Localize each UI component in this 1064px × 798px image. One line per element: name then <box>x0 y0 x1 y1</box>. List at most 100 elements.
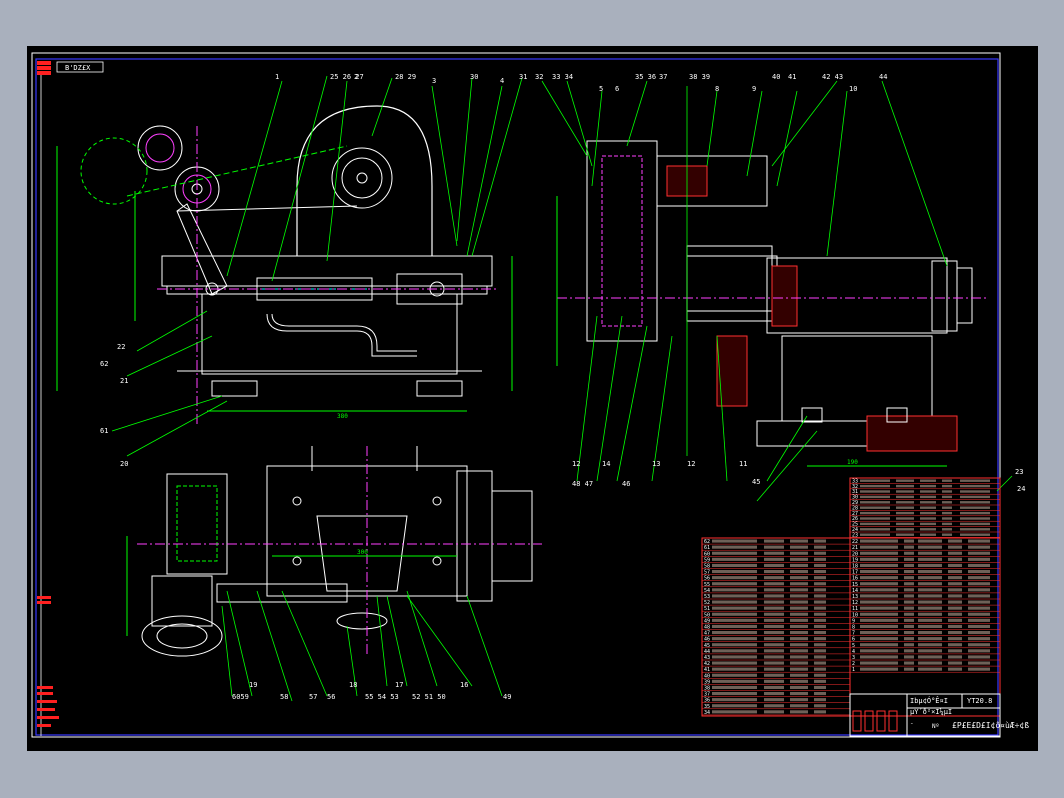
bom-row-text <box>904 570 914 574</box>
bom-row-text <box>918 661 942 665</box>
bom-row-text <box>960 490 990 493</box>
bom-row-text <box>712 698 757 702</box>
bom-row-text <box>860 528 890 531</box>
svg-text:41: 41 <box>788 73 796 81</box>
bom-row-text <box>790 649 808 653</box>
bom-row-number: 18 <box>852 564 858 570</box>
cad-viewport: B'DZ£X 380 190 300 1 25 26 27 2 28 29 3 … <box>27 46 1038 751</box>
bom-row-text <box>948 539 962 543</box>
bom-row-text <box>948 612 962 616</box>
bom-row-text <box>860 511 890 515</box>
bom-row-text <box>814 557 826 561</box>
bom-row-number: 62 <box>704 539 710 545</box>
bom-row-text <box>918 600 942 604</box>
bom-row-text <box>712 685 757 689</box>
bom-row-text <box>712 667 757 671</box>
bom-row-text <box>896 522 914 526</box>
bom-row-number: 14 <box>852 588 858 594</box>
bom-row-number: 54 <box>704 588 710 594</box>
bom-row-text <box>860 570 898 574</box>
bom-row-number: 7 <box>852 631 855 637</box>
svg-text:58: 58 <box>280 693 288 701</box>
bom-row-text <box>860 479 890 482</box>
bom-row-text <box>814 673 826 677</box>
bom-row-text <box>948 594 962 598</box>
bom-row-text <box>896 490 914 493</box>
bom-row-text <box>790 582 808 586</box>
svg-text:32: 32 <box>535 73 543 81</box>
svg-text:44: 44 <box>879 73 887 81</box>
bom-row-text <box>904 588 914 592</box>
bom-row-text <box>790 624 808 628</box>
bom-row-text <box>814 661 826 665</box>
bom-row-text <box>968 637 990 641</box>
bom-row-text <box>948 551 962 555</box>
bom-row-text <box>764 643 784 647</box>
bom-row-number: 51 <box>704 606 710 612</box>
bom-row-text <box>860 563 898 567</box>
bom-row-text <box>968 618 990 622</box>
bom-row-text <box>918 588 942 592</box>
bom-row-text <box>960 533 990 536</box>
bom-row-text <box>790 612 808 616</box>
bom-row-text <box>712 661 757 665</box>
svg-text:380: 380 <box>337 413 348 420</box>
bom-row-text <box>860 495 890 499</box>
bom-row-text <box>712 545 757 549</box>
svg-text:¯: ¯ <box>910 723 914 730</box>
bom-row-text <box>904 606 914 610</box>
bom-row-number: 52 <box>704 600 710 606</box>
bom-row-text <box>918 643 942 647</box>
bom-row-text <box>896 484 914 488</box>
bom-row-text <box>814 649 826 653</box>
bom-row-text <box>918 594 942 598</box>
bom-row-text <box>896 495 914 499</box>
svg-text:£P£E£D£I¢ô¤ùÆ÷¢ß: £P£E£D£I¢ô¤ùÆ÷¢ß <box>952 720 1029 730</box>
bom-row-number: 20 <box>852 551 858 557</box>
bom-row-text <box>860 643 898 647</box>
bom-row-text <box>814 594 826 598</box>
bom-row-text <box>942 528 952 531</box>
bom-row-text <box>920 533 936 536</box>
bom-row-number: 8 <box>852 625 855 631</box>
bom-row-text <box>712 655 757 659</box>
bom-row-text <box>764 557 784 561</box>
bom-row-number: 55 <box>704 582 710 588</box>
bom-row-text <box>860 484 890 488</box>
bom-row-text <box>942 490 952 493</box>
bom-row-number: 2 <box>852 661 855 667</box>
svg-text:18: 18 <box>349 681 357 689</box>
svg-text:21: 21 <box>120 377 128 385</box>
bom-row-number: 38 <box>704 686 710 692</box>
bom-row-text <box>942 484 952 488</box>
bom-row-text <box>960 479 990 482</box>
bom-row-text <box>814 576 826 580</box>
bom-row-text <box>918 576 942 580</box>
bom-row-text <box>948 588 962 592</box>
bom-row-number: 3 <box>852 655 855 661</box>
bom-row-text <box>860 576 898 580</box>
bom-row-text <box>968 576 990 580</box>
bom-row-text <box>942 522 952 526</box>
bom-row-text <box>860 618 898 622</box>
svg-text:56: 56 <box>327 693 335 701</box>
cad-drawing: B'DZ£X 380 190 300 1 25 26 27 2 28 29 3 … <box>31 52 1029 738</box>
bom-row-text <box>860 667 898 671</box>
bom-row-text <box>814 637 826 641</box>
bom-row-text <box>904 594 914 598</box>
bom-row-text <box>764 661 784 665</box>
bom-row-text <box>968 588 990 592</box>
bom-row-text <box>764 673 784 677</box>
bom-row-text <box>712 624 757 628</box>
bom-row-text <box>918 667 942 671</box>
bom-row-text <box>920 479 936 482</box>
bom-row-text <box>920 506 936 509</box>
bom-row-text <box>814 698 826 702</box>
bom-row-text <box>712 704 757 708</box>
bom-row-text <box>712 710 757 714</box>
svg-text:49: 49 <box>503 693 511 701</box>
bom-row-text <box>860 506 890 509</box>
bom-row-text <box>968 557 990 561</box>
svg-text:24: 24 <box>1017 485 1025 493</box>
bom-row-text <box>814 570 826 574</box>
